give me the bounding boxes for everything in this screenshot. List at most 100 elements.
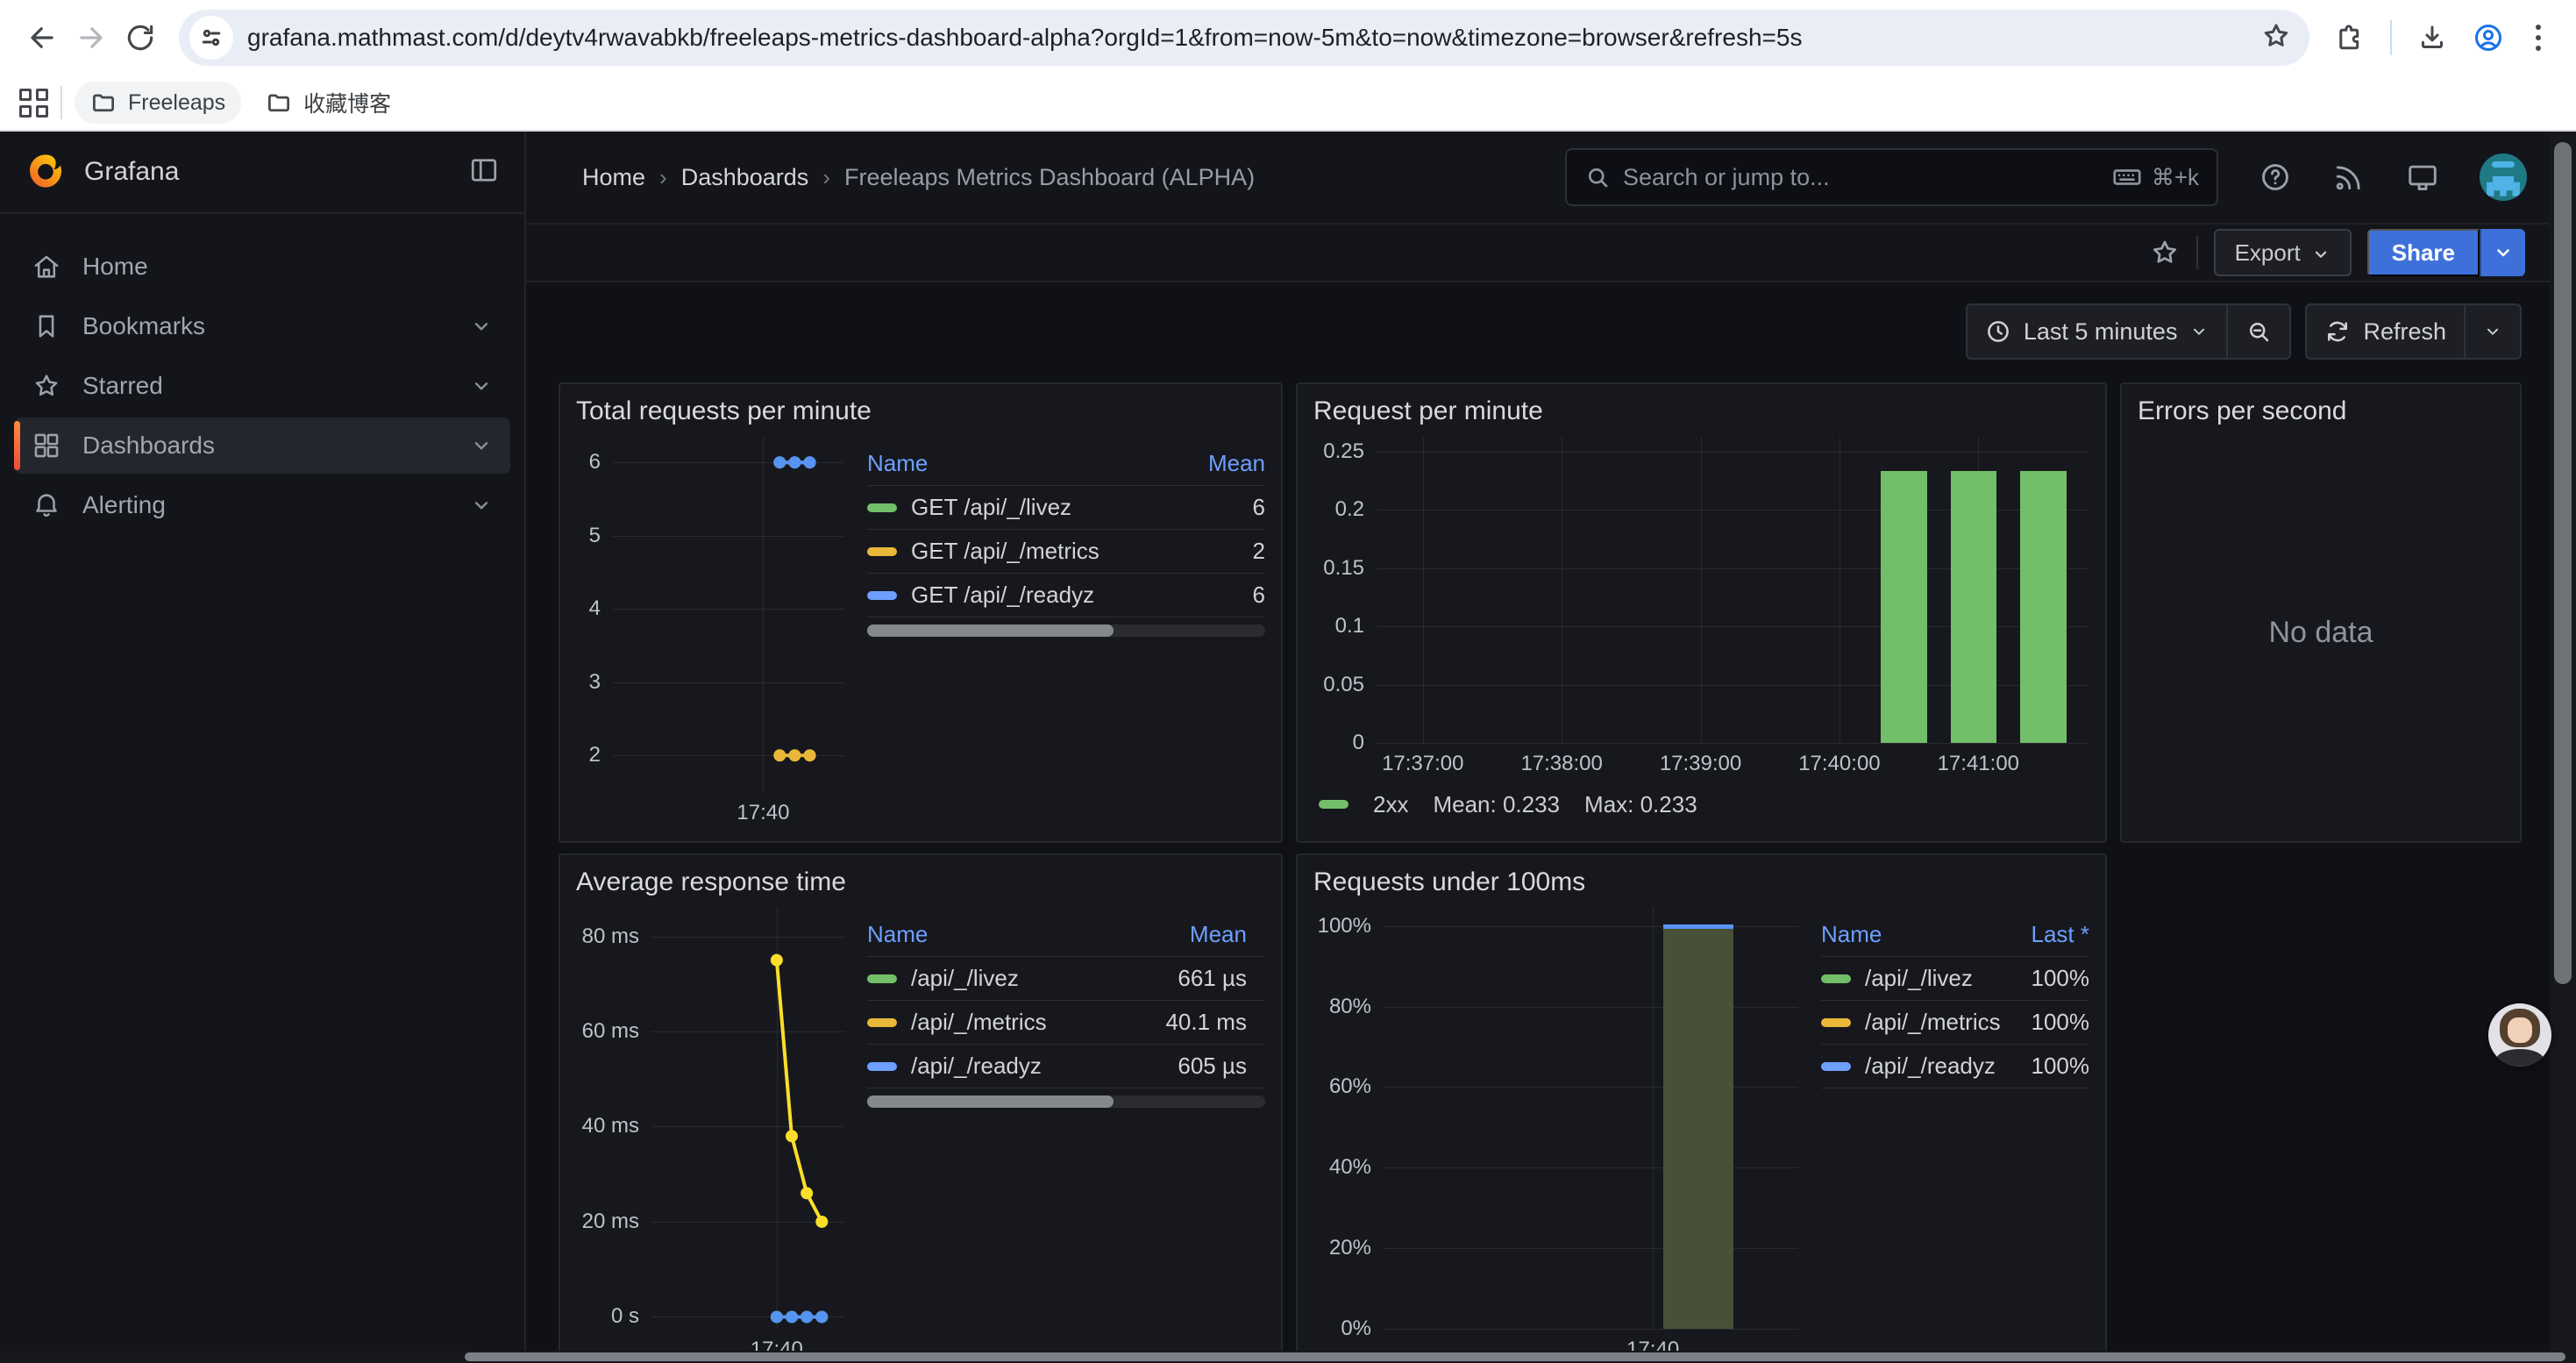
horizontal-scrollbar-thumb[interactable]	[465, 1352, 2565, 1361]
horizontal-scrollbar[interactable]	[0, 1351, 2576, 1363]
breadcrumb-item[interactable]: Dashboards	[681, 164, 809, 191]
zoom-out-button[interactable]	[2226, 305, 2289, 358]
export-button[interactable]: Export	[2214, 229, 2352, 276]
breadcrumb-item: Freeleaps Metrics Dashboard (ALPHA)	[844, 164, 1255, 191]
time-range-picker[interactable]: Last 5 minutes	[1968, 305, 2227, 358]
column-header[interactable]: Last *	[1958, 921, 2089, 948]
gridline	[1384, 1087, 1798, 1088]
legend-row[interactable]: /api/_/metrics100%	[1821, 1001, 2089, 1045]
site-settings-icon[interactable]	[189, 16, 233, 60]
profile-icon[interactable]	[2473, 22, 2504, 54]
legend-row[interactable]: /api/_/livez100%	[1821, 957, 2089, 1001]
panel-title[interactable]: Errors per second	[2138, 396, 2504, 437]
chrome-apps-icon[interactable]	[19, 89, 48, 118]
dashboard-toolbar: Export Share	[526, 225, 2576, 282]
extensions-icon[interactable]	[2334, 22, 2366, 54]
top-navigation: Home›Dashboards›Freeleaps Metrics Dashbo…	[526, 132, 2576, 225]
grafana-logo-icon	[25, 151, 67, 193]
favorite-dashboard-star-icon[interactable]	[2149, 237, 2181, 268]
column-header[interactable]: Las	[1247, 921, 1265, 948]
panel: Request per minute0.250.20.150.10.05017:…	[1296, 382, 2107, 843]
legend-row[interactable]: GET /api/_/livez6	[867, 486, 1265, 530]
legend-table-header: NameMeanLas	[867, 913, 1265, 957]
bookmark-page-star-icon[interactable]	[2260, 20, 2292, 56]
share-options-chevron-icon[interactable]	[2480, 229, 2525, 276]
gridline	[1384, 926, 1798, 927]
browser-menu-icon[interactable]	[2529, 25, 2548, 51]
time-range-label: Last 5 minutes	[2024, 318, 2178, 346]
legend-scrollbar-thumb[interactable]	[867, 624, 1114, 637]
brand-name: Grafana	[84, 157, 179, 187]
chart: 0.250.20.150.10.05017:37:0017:38:0017:39…	[1313, 437, 2089, 780]
browser-toolbar	[0, 0, 2576, 75]
y-tick-label: 5	[589, 524, 601, 548]
column-header[interactable]: Name	[867, 921, 1107, 948]
legend-row[interactable]: GET /api/_/readyz6	[867, 574, 1265, 617]
sidebar-item-home[interactable]: Home	[14, 239, 510, 295]
gridline	[1384, 1007, 1798, 1008]
gridline	[1384, 1167, 1798, 1168]
search-input[interactable]	[1623, 164, 2099, 191]
monitor-icon[interactable]	[2406, 161, 2439, 194]
plot-area	[1377, 437, 2089, 743]
y-tick-label: 80 ms	[582, 924, 639, 949]
legend-row[interactable]: /api/_/livez661 µs646	[867, 957, 1265, 1001]
bookmark-item[interactable]: 收藏博客	[250, 82, 407, 124]
series-name: GET /api/_/metrics	[867, 538, 1134, 565]
panel-title[interactable]: Requests under 100ms	[1313, 867, 2089, 908]
refresh-label: Refresh	[2363, 318, 2446, 346]
downloads-icon[interactable]	[2416, 22, 2448, 54]
series-value: 605 µs	[1107, 1053, 1247, 1080]
forward-icon[interactable]	[67, 13, 116, 62]
legend-row[interactable]: /api/_/readyz100%	[1821, 1045, 2089, 1088]
collapse-sidebar-icon[interactable]	[468, 154, 500, 190]
address-bar[interactable]	[179, 10, 2309, 66]
plot-area	[651, 908, 844, 1329]
column-header[interactable]: Mean	[1107, 921, 1247, 948]
legend-row[interactable]: /api/_/metrics40.1 ms20.5 r	[867, 1001, 1265, 1045]
series-name: /api/_/metrics	[867, 1009, 1107, 1036]
chart-series	[613, 437, 844, 792]
panel-title[interactable]: Request per minute	[1313, 396, 2089, 437]
legend-scrollbar[interactable]	[867, 1095, 1265, 1108]
refresh-button[interactable]: Refresh	[2307, 305, 2464, 358]
sidebar-item-label: Home	[82, 253, 148, 281]
user-avatar[interactable]	[2480, 153, 2527, 201]
y-tick-label: 0.1	[1335, 614, 1364, 639]
vertical-scrollbar[interactable]	[2550, 132, 2576, 1351]
column-header[interactable]: Mean	[1134, 450, 1265, 477]
sidebar-item-dashboards[interactable]: Dashboards	[14, 417, 510, 474]
sidebar-item-alerting[interactable]: Alerting	[14, 477, 510, 533]
news-rss-icon[interactable]	[2332, 161, 2366, 194]
y-axis: 65432	[576, 437, 613, 792]
panel-title[interactable]: Total requests per minute	[576, 396, 1265, 437]
assistant-avatar-widget[interactable]	[2488, 1003, 2551, 1067]
back-icon[interactable]	[18, 13, 67, 62]
sidebar-item-starred[interactable]: Starred	[14, 358, 510, 414]
url-input[interactable]	[247, 24, 2253, 52]
reload-icon[interactable]	[116, 13, 165, 62]
breadcrumb-item[interactable]: Home	[582, 164, 645, 191]
series-name: /api/_/metrics	[1821, 1009, 1958, 1036]
help-icon[interactable]	[2259, 161, 2292, 194]
panel-title[interactable]: Average response time	[576, 867, 1265, 908]
y-tick-label: 0.25	[1323, 439, 1364, 464]
legend-table: NameLast */api/_/livez100%/api/_/metrics…	[1798, 908, 2089, 1363]
y-tick-label: 20 ms	[582, 1210, 639, 1234]
legend-row[interactable]: /api/_/readyz605 µs620	[867, 1045, 1265, 1088]
vertical-scrollbar-thumb[interactable]	[2554, 142, 2572, 984]
search-box[interactable]: ⌘+k	[1565, 148, 2218, 206]
bookmark-item[interactable]: Freeleaps	[75, 82, 241, 124]
y-tick-label: 40%	[1329, 1155, 1371, 1180]
legend-row[interactable]: GET /api/_/metrics2	[867, 530, 1265, 574]
column-header[interactable]: Name	[867, 450, 1134, 477]
share-button[interactable]: Share	[2367, 229, 2480, 276]
refresh-interval-chevron[interactable]	[2464, 305, 2520, 358]
column-header[interactable]: Name	[1821, 921, 1958, 948]
sidebar-item-bookmarks[interactable]: Bookmarks	[14, 298, 510, 354]
legend-scrollbar-thumb[interactable]	[867, 1095, 1114, 1108]
legend-scrollbar[interactable]	[867, 624, 1265, 637]
chart-bar-cap	[1663, 924, 1733, 929]
series-name: /api/_/livez	[867, 965, 1107, 992]
chevron-down-icon	[470, 494, 493, 517]
